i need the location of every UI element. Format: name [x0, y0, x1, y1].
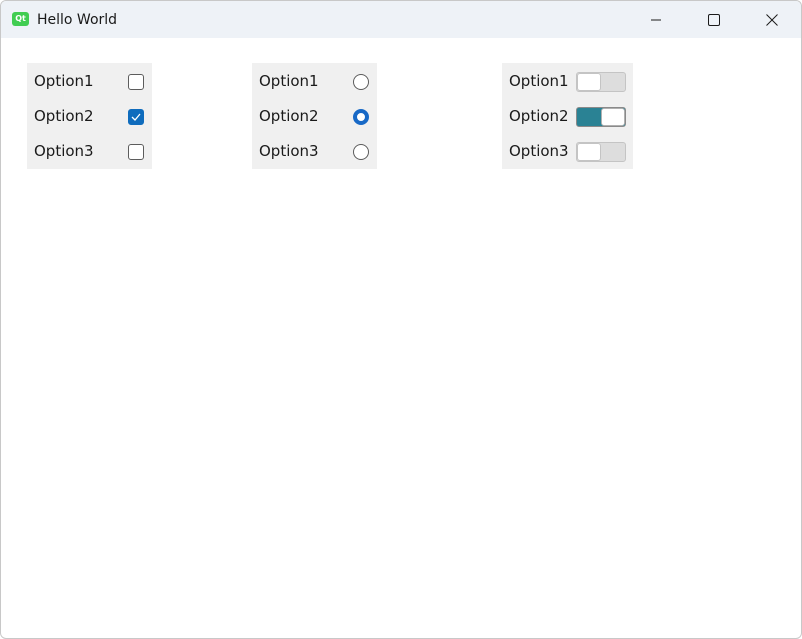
- toggle-knob: [577, 73, 601, 91]
- switch-label: Option3: [509, 142, 569, 160]
- checkbox-box[interactable]: [128, 74, 144, 90]
- minimize-icon: [651, 19, 661, 20]
- checkbox-label: Option1: [34, 72, 94, 90]
- maximize-icon: [708, 13, 720, 26]
- switch-label: Option2: [509, 107, 569, 125]
- checkbox-label: Option3: [34, 142, 94, 160]
- radio-group: Option1 Option2 Option3: [252, 63, 377, 169]
- radio-button[interactable]: [353, 74, 369, 90]
- main-window: Qt Hello World Option1 Option2 Option3 O…: [0, 0, 802, 639]
- switch-label: Option1: [509, 72, 569, 90]
- checkbox-group: Option1 Option2 Option3: [27, 63, 152, 169]
- radio-button[interactable]: [353, 144, 369, 160]
- checkbox-box[interactable]: [128, 144, 144, 160]
- toggle-switch[interactable]: [576, 107, 626, 127]
- toggle-knob: [601, 108, 625, 126]
- close-icon: [766, 13, 778, 26]
- switch-option2[interactable]: Option2: [502, 104, 633, 128]
- toggle-switch[interactable]: [576, 72, 626, 92]
- switch-option1[interactable]: Option1: [502, 69, 633, 93]
- minimize-button[interactable]: [627, 1, 685, 38]
- radio-label: Option1: [259, 72, 319, 90]
- toggle-switch[interactable]: [576, 142, 626, 162]
- toggle-knob: [577, 143, 601, 161]
- switch-option3[interactable]: Option3: [502, 139, 633, 163]
- radio-button[interactable]: [353, 109, 369, 125]
- radio-option3[interactable]: Option3: [252, 139, 377, 163]
- checkbox-label: Option2: [34, 107, 94, 125]
- title-bar[interactable]: Qt Hello World: [1, 1, 801, 38]
- radio-option2[interactable]: Option2: [252, 104, 377, 128]
- radio-option1[interactable]: Option1: [252, 69, 377, 93]
- radio-label: Option2: [259, 107, 319, 125]
- switch-group: Option1 Option2 Option3: [502, 63, 633, 169]
- checkmark-icon: [131, 113, 141, 121]
- checkbox-option3[interactable]: Option3: [27, 139, 152, 163]
- qt-app-icon: Qt: [12, 12, 29, 26]
- maximize-button[interactable]: [685, 1, 743, 38]
- radio-label: Option3: [259, 142, 319, 160]
- checkbox-box[interactable]: [128, 109, 144, 125]
- close-button[interactable]: [743, 1, 801, 38]
- checkbox-option1[interactable]: Option1: [27, 69, 152, 93]
- window-title: Hello World: [37, 12, 118, 28]
- checkbox-option2[interactable]: Option2: [27, 104, 152, 128]
